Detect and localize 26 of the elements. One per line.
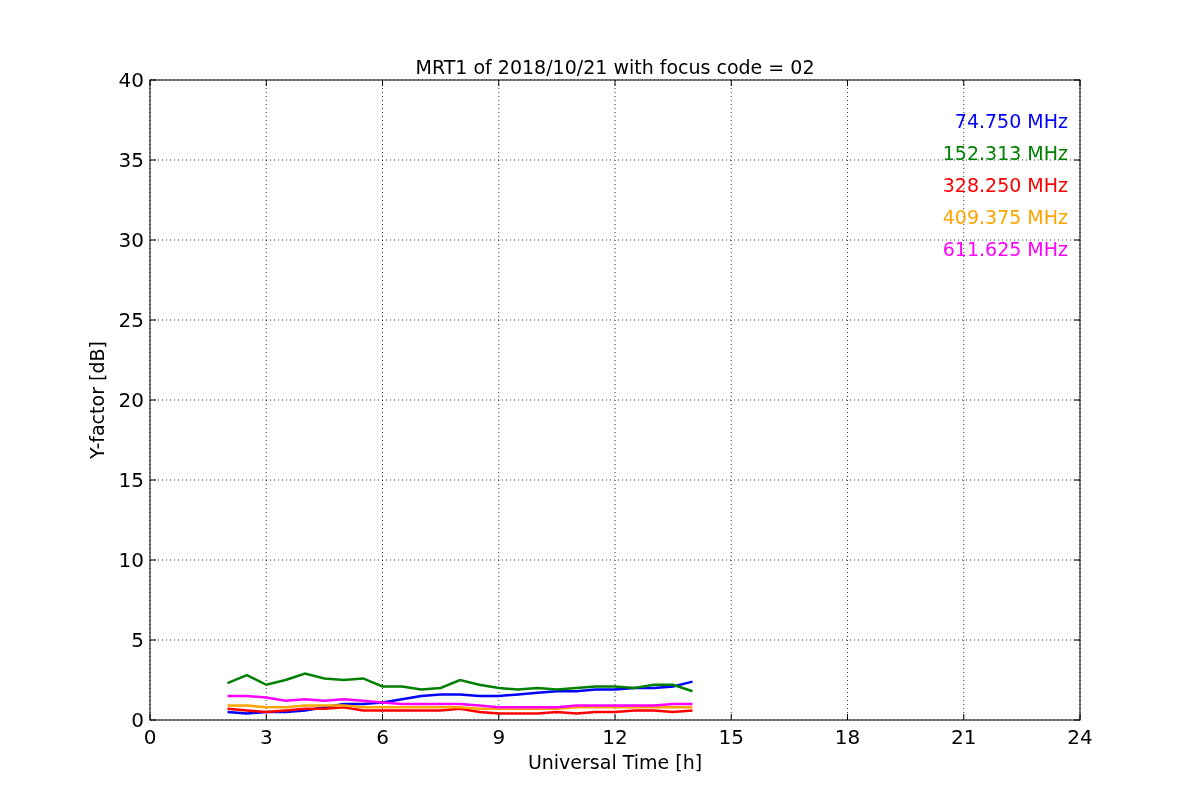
legend-label: 74.750 MHz [954, 110, 1068, 132]
x-axis-label: Universal Time [h] [527, 751, 703, 773]
x-tick-label: 12 [602, 725, 628, 749]
x-tick-label: 18 [834, 725, 861, 749]
x-tick-label: 6 [376, 725, 389, 749]
y-tick-label: 20 [118, 388, 144, 412]
chart-title: MRT1 of 2018/10/21 with focus code = 02 [415, 56, 815, 78]
y-tick-label: 40 [118, 68, 144, 92]
y-tick-label: 0 [131, 708, 144, 732]
x-tick-label: 15 [718, 725, 744, 749]
x-tick-label: 9 [492, 725, 506, 749]
y-tick-label: 10 [118, 548, 144, 572]
y-tick-label: 25 [118, 308, 144, 332]
y-axis-label: Y-factor [dB] [86, 341, 108, 459]
x-tick-label: 24 [1067, 725, 1093, 749]
legend-label: 152.313 MHz [942, 142, 1068, 164]
y-tick-label: 5 [131, 628, 144, 652]
x-tick-label: 21 [951, 725, 977, 749]
y-tick-label: 35 [118, 148, 144, 172]
legend-label: 611.625 MHz [942, 238, 1068, 260]
y-tick-label: 30 [118, 228, 144, 252]
x-tick-label: 3 [259, 725, 273, 749]
legend-label: 328.250 MHz [942, 174, 1068, 196]
legend-label: 409.375 MHz [942, 206, 1068, 228]
y-tick-label: 15 [118, 468, 144, 492]
x-tick-label: 0 [143, 725, 157, 749]
